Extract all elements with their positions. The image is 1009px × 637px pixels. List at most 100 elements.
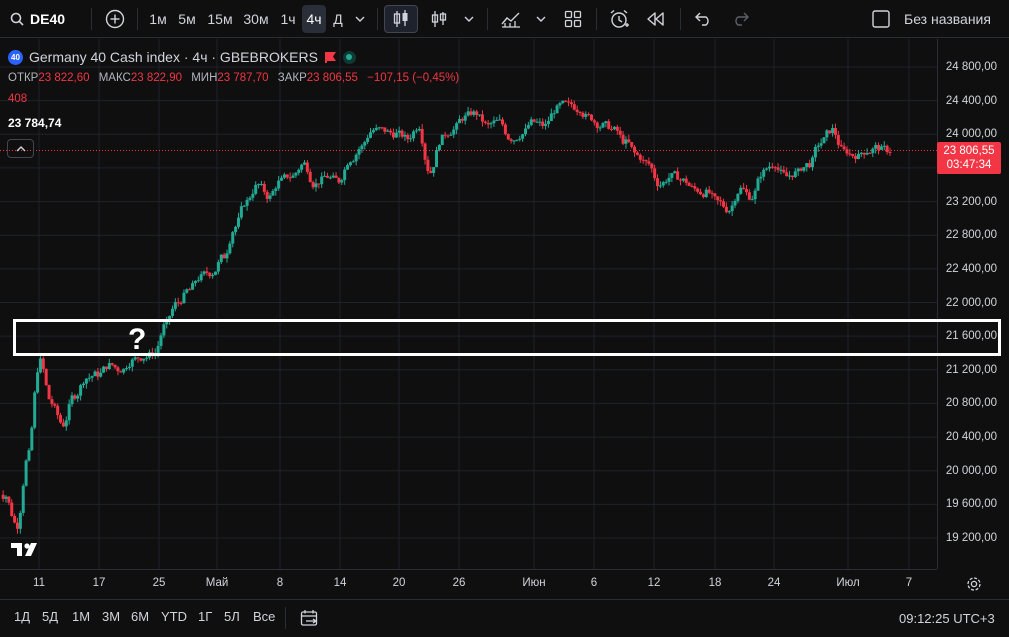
separator xyxy=(487,8,488,30)
chart-settings-button[interactable] xyxy=(962,571,986,597)
redo-button[interactable] xyxy=(726,5,754,33)
candle-body xyxy=(612,126,616,130)
candle-body xyxy=(104,366,108,370)
candle-body xyxy=(747,192,751,200)
candle-body xyxy=(360,145,364,150)
candle-body xyxy=(15,522,19,529)
separator xyxy=(91,8,92,30)
range-all[interactable]: Все xyxy=(253,609,275,624)
price-chart[interactable] xyxy=(0,39,937,569)
candle-body xyxy=(139,358,143,361)
chevron-down-icon xyxy=(355,16,365,22)
indicators-button[interactable] xyxy=(496,5,526,33)
candle-body xyxy=(61,422,65,427)
time-scale[interactable] xyxy=(0,569,937,599)
candle-body xyxy=(650,163,654,169)
chart-type-candles-button[interactable] xyxy=(384,5,418,33)
chart-style-button[interactable] xyxy=(426,5,452,33)
flag-icon[interactable] xyxy=(324,51,337,63)
clock-timezone[interactable]: 09:12:25 UTC+3 xyxy=(899,611,995,626)
candle-body xyxy=(567,101,571,103)
chart-legend-title[interactable]: 40 Germany 40 Cash index · 4ч · GBEBROKE… xyxy=(8,49,356,65)
alert-button[interactable] xyxy=(604,5,634,33)
range-1y[interactable]: 1Г xyxy=(198,609,212,624)
candle-body xyxy=(676,171,680,180)
layout-button[interactable] xyxy=(559,5,587,33)
go-to-date-button[interactable] xyxy=(296,604,324,632)
interval-15m[interactable]: 15м xyxy=(203,5,237,33)
time-axis-label: 26 xyxy=(452,577,466,589)
candle-body xyxy=(535,121,539,123)
range-6m[interactable]: 6М xyxy=(131,609,149,624)
interval-dropdown[interactable] xyxy=(350,5,370,33)
price-axis-label: 20 000,00 xyxy=(945,464,997,477)
range-5y[interactable]: 5Л xyxy=(224,609,240,624)
interval-4h[interactable]: 4ч xyxy=(302,5,326,33)
candle-body xyxy=(277,180,281,189)
range-3m[interactable]: 3М xyxy=(102,609,120,624)
chart-style-dropdown[interactable] xyxy=(459,5,479,33)
replay-button[interactable] xyxy=(641,5,671,33)
interval-5m[interactable]: 5м xyxy=(173,5,201,33)
candle-body xyxy=(526,125,530,129)
indicators-dropdown[interactable] xyxy=(531,5,551,33)
chevron-down-icon xyxy=(464,16,474,22)
candle-body xyxy=(394,132,398,138)
candle-body xyxy=(572,104,576,110)
rewind-icon xyxy=(647,12,664,26)
candle-body xyxy=(475,111,479,116)
price-axis-label: 24 800,00 xyxy=(945,61,997,73)
candle-body xyxy=(389,130,393,133)
candles-icon xyxy=(393,10,408,27)
collapse-legend-button[interactable] xyxy=(7,139,34,158)
candle-body xyxy=(337,177,341,183)
undo-button[interactable] xyxy=(690,5,718,33)
candle-body xyxy=(288,177,292,179)
symbol-search[interactable]: DE40 xyxy=(6,5,84,33)
layout-name-button[interactable]: Без названия xyxy=(872,5,1000,33)
candle-body xyxy=(90,376,94,378)
candle-body xyxy=(282,174,286,178)
candle-body xyxy=(182,292,186,304)
candle-body xyxy=(432,167,436,173)
candle-body xyxy=(888,152,892,154)
candle-body xyxy=(13,516,17,523)
range-ytd[interactable]: YTD xyxy=(161,609,187,624)
compare-symbol-button[interactable] xyxy=(101,5,129,33)
candle-body xyxy=(96,371,100,377)
candle-body xyxy=(621,134,625,144)
candle-body xyxy=(59,415,63,423)
candle-body xyxy=(374,127,378,131)
candle-body xyxy=(816,145,820,147)
candle-body xyxy=(67,404,71,421)
interval-30m[interactable]: 30м xyxy=(239,5,273,33)
interval-1m[interactable]: 1м xyxy=(145,5,171,33)
candle-body xyxy=(262,183,266,192)
candle-body xyxy=(110,363,114,365)
candle-body xyxy=(877,144,881,150)
range-5d[interactable]: 5Д xyxy=(42,609,58,624)
time-axis-label: 24 xyxy=(767,577,781,589)
undo-icon xyxy=(695,12,709,26)
chevron-down-icon xyxy=(536,16,546,22)
candle-body xyxy=(710,192,714,194)
candle-body xyxy=(862,152,866,155)
range-1m[interactable]: 1М xyxy=(72,609,90,624)
candle-body xyxy=(24,460,28,486)
candle-body xyxy=(21,485,25,513)
candle-body xyxy=(793,171,797,178)
range-1d[interactable]: 1Д xyxy=(14,609,30,624)
interval-1h[interactable]: 1ч xyxy=(275,5,301,33)
candle-body xyxy=(813,146,817,158)
low-label: МИН xyxy=(191,72,218,84)
last-price-tag: 23 806,55 03:47:34 xyxy=(937,141,1001,174)
candle-body xyxy=(328,177,332,179)
candle-body xyxy=(107,363,111,370)
tradingview-logo-icon[interactable] xyxy=(11,541,43,557)
interval-1d[interactable]: Д xyxy=(329,5,347,33)
candle-body xyxy=(196,280,200,282)
candle-body xyxy=(420,128,424,144)
candle-body xyxy=(799,168,803,171)
time-axis-label: 8 xyxy=(276,577,284,589)
candle-body xyxy=(36,372,40,393)
